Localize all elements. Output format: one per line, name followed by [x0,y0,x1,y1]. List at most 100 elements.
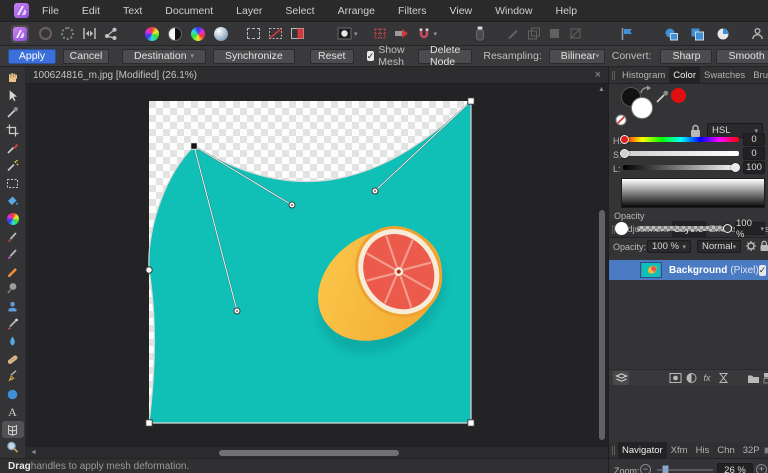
convert-smooth-button[interactable]: Smooth [716,49,768,64]
colour-replacement-brush-tool[interactable] [2,245,24,263]
opacity-slider-knob[interactable] [723,224,732,233]
tab-swatches[interactable]: Swatches [700,67,749,84]
convert-sharp-button[interactable]: Sharp [660,49,712,64]
persona-photo-icon[interactable] [11,25,29,43]
layer-row-background[interactable]: Background (Pixel) ✓ [609,260,768,280]
history-cycle-icon[interactable] [58,25,76,43]
opacity-slider[interactable] [637,226,731,231]
flag-icon[interactable] [617,25,635,43]
menu-layer[interactable]: Layer [226,5,272,17]
tab-history[interactable]: His [692,442,714,459]
menu-arrange[interactable]: Arrange [328,5,385,17]
paint-brush-tool[interactable] [2,227,24,245]
pen-tool[interactable] [2,368,24,386]
blend-mode-dropdown[interactable]: Normal▾ [697,240,741,253]
auto-white-balance-icon[interactable] [212,25,230,43]
clone-stamp-tool[interactable] [2,298,24,316]
document-canvas[interactable] [149,101,471,423]
luminance-preview-box[interactable] [621,178,765,208]
document-title[interactable]: 100624816_m.jpg [Modified] (26.1%) [33,70,197,81]
snapping-dropdown-icon[interactable]: ▾ [434,30,438,38]
tab-histogram[interactable]: Histogram [618,67,669,84]
panel-menu-icon[interactable] [764,447,768,454]
mirror-icon[interactable] [80,25,98,43]
layer-thumbnail[interactable] [640,262,662,278]
saturation-slider[interactable] [623,151,739,156]
vertical-scrollbar[interactable]: ▲ [597,84,607,446]
apply-button[interactable]: Apply [8,49,56,64]
mask-layer-icon[interactable] [667,371,683,385]
menu-file[interactable]: File [32,5,69,17]
color-picker-icon[interactable] [655,89,670,104]
lightness-slider-knob[interactable] [731,163,740,172]
tab-transform[interactable]: Xfm [667,442,692,459]
tab-navigator[interactable]: Navigator [618,442,667,459]
menu-view[interactable]: View [440,5,483,17]
lock-icon[interactable] [689,124,702,138]
zoom-slider-knob[interactable] [662,465,669,473]
hue-value[interactable]: 0 [743,133,765,146]
zoom-value[interactable]: 26 % [717,463,753,473]
show-mesh-checkbox[interactable]: ✓ Show Mesh [367,44,407,68]
rotate-document-icon[interactable] [36,25,54,43]
view-tool[interactable] [2,69,24,87]
healing-brush-tool[interactable] [2,351,24,369]
foreground-color-swatch[interactable] [631,97,653,119]
lightness-value[interactable]: 100 [743,161,765,174]
close-document-icon[interactable]: × [595,69,601,81]
synchronize-button[interactable]: Synchronize [213,49,295,64]
menu-document[interactable]: Document [155,5,223,17]
tab-brushes[interactable]: Brushes [749,67,768,84]
scroll-up-icon[interactable]: ▲ [598,86,605,93]
move-tool[interactable] [2,87,24,105]
pixel-tool[interactable] [2,263,24,281]
flood-select-tool[interactable] [2,157,24,175]
horizontal-scrollbar[interactable]: ◄ [26,446,608,458]
auto-colours-icon[interactable] [189,25,207,43]
smudge-tool[interactable] [2,280,24,298]
vertical-scroll-thumb[interactable] [599,210,605,440]
colour-picker-tool[interactable] [2,104,24,122]
auto-levels-icon[interactable] [143,25,161,43]
pattern-icon[interactable] [761,371,768,385]
resampling-dropdown[interactable]: Bilinear▾ [549,49,605,64]
layer-stack-icon[interactable] [613,371,629,385]
canvas-viewport[interactable]: ▲ [26,84,608,446]
assistant-icon[interactable] [471,25,489,43]
auto-contrast-icon[interactable] [166,25,184,43]
menu-help[interactable]: Help [545,5,587,17]
invert-selection-icon[interactable] [288,25,306,43]
gear-icon[interactable] [745,240,757,252]
destination-dropdown[interactable]: Destination ▾ [122,49,206,64]
layer-effects-icon[interactable]: fx [699,371,715,385]
live-filter-icon[interactable] [715,371,731,385]
menu-filters[interactable]: Filters [388,5,437,17]
flood-fill-tool[interactable] [2,192,24,210]
menu-text[interactable]: Text [113,5,152,17]
layer-visibility-checkbox[interactable]: ✓ [759,265,767,276]
saturation-value[interactable]: 0 [743,147,765,160]
ellipse-tool[interactable] [2,386,24,404]
snapping-grid-icon[interactable] [371,25,389,43]
blur-tool[interactable] [2,333,24,351]
marquee-tool[interactable] [2,175,24,193]
geometry-add-icon[interactable] [662,25,680,43]
adjustment-layer-icon[interactable] [683,371,699,385]
menu-select[interactable]: Select [275,5,324,17]
text-tool[interactable]: A [2,403,24,421]
panel-grip-icon[interactable] [612,446,615,455]
lock-icon[interactable] [759,240,768,252]
geometry-subtract-icon[interactable] [688,25,706,43]
zoom-in-button[interactable]: + [756,464,767,473]
selection-brush-tool[interactable] [2,139,24,157]
menu-window[interactable]: Window [485,5,542,17]
tab-32bit-preview[interactable]: 32P [739,442,764,459]
swap-colors-icon[interactable] [640,85,652,95]
current-color-swatch[interactable] [671,88,686,103]
opacity-value[interactable]: 100 %▾ [735,222,765,235]
quick-mask-dropdown-icon[interactable]: ▾ [354,30,358,38]
zoom-out-button[interactable]: − [640,464,651,473]
crop-tool[interactable] [2,122,24,140]
hue-slider-knob[interactable] [620,135,629,144]
hue-slider[interactable] [623,137,739,142]
